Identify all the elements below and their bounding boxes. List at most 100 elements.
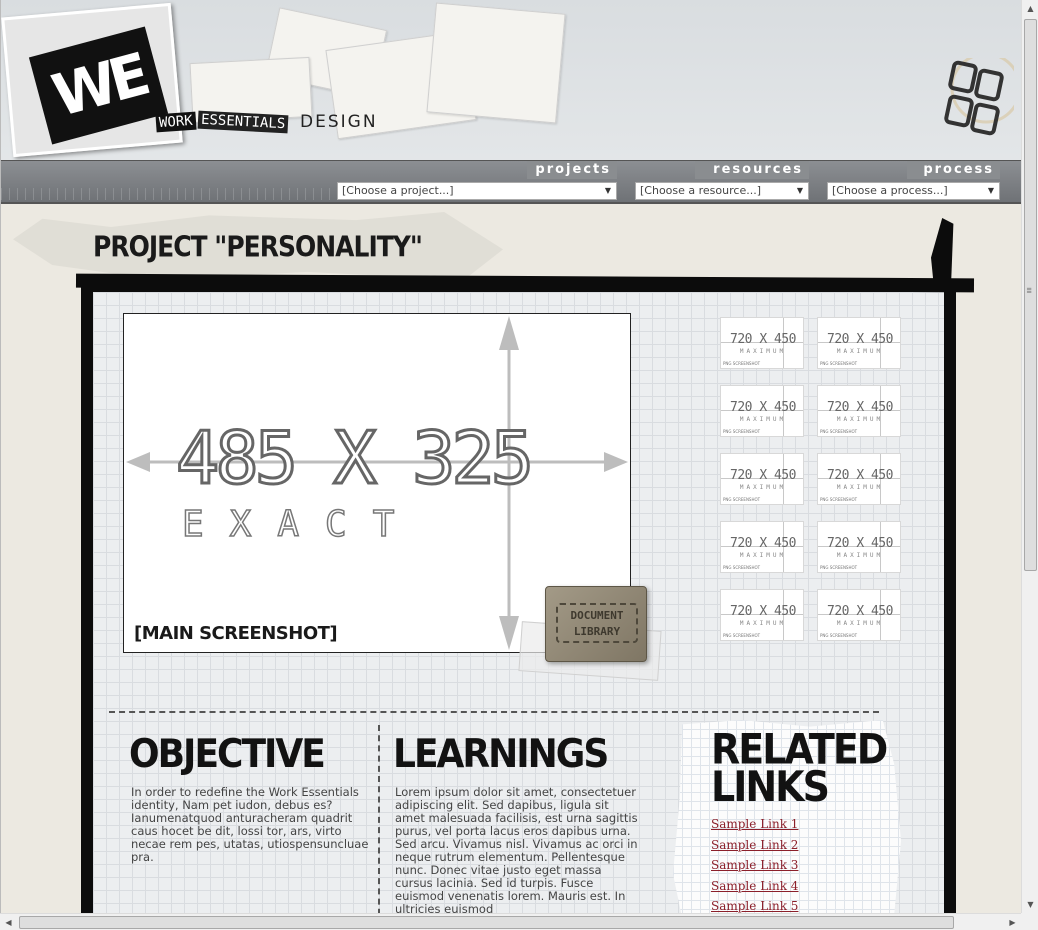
thumbnail-sub-text: MAXIMUM xyxy=(739,416,787,423)
section-divider xyxy=(109,711,879,713)
page-viewport: WE WORK ESSENTIALS DESIGN projects [Choo… xyxy=(0,0,1021,913)
thumbnail-sub-text: MAXIMUM xyxy=(739,484,787,491)
thumbnail-corner-text: PNG SCREENSHOT xyxy=(820,565,858,570)
thumbnail-sub-text: MAXIMUM xyxy=(836,620,884,627)
related-link[interactable]: Sample Link 3 xyxy=(711,855,798,876)
scrollbar-corner xyxy=(1021,913,1038,930)
learnings-text: Lorem ipsum dolor sit amet, consectetuer… xyxy=(395,786,638,913)
site-wordmark: WORK ESSENTIALS DESIGN xyxy=(155,110,378,134)
screenshot-caption: [MAIN SCREENSHOT] xyxy=(134,623,338,644)
related-links-list: Sample Link 1 Sample Link 2 Sample Link … xyxy=(711,814,798,913)
objective-title: OBJECTIVE xyxy=(129,731,326,777)
related-link[interactable]: Sample Link 4 xyxy=(711,876,798,897)
thumbnail-size-text: 720 X 450 xyxy=(730,536,796,551)
projects-select[interactable]: [Choose a project...] ▼ xyxy=(337,182,617,200)
scroll-left-icon[interactable]: ◀ xyxy=(0,914,17,930)
related-link[interactable]: Sample Link 1 xyxy=(711,814,798,835)
thumbnail-size-text: 720 X 450 xyxy=(730,332,796,347)
thumbnail[interactable]: 720 X 450 MAXIMUM PNG SCREENSHOT xyxy=(720,589,804,641)
nav-bar: projects [Choose a project...] ▼ resourc… xyxy=(1,160,1021,204)
related-links-panel: RELATED LINKS Sample Link 1 Sample Link … xyxy=(673,720,901,913)
nav-label-resources: resources xyxy=(695,161,809,179)
thumbnail-grid: 720 X 450 MAXIMUM PNG SCREENSHOT 720 X 450 M… xyxy=(720,317,901,641)
page-title: PROJECT "PERSONALITY" xyxy=(93,229,423,264)
thumbnail-sub-text: MAXIMUM xyxy=(739,348,787,355)
process-select-value: [Choose a process...] xyxy=(832,184,948,197)
resources-select[interactable]: [Choose a resource...] ▼ xyxy=(635,182,809,200)
logo-text: WE xyxy=(28,26,169,145)
scroll-down-icon[interactable]: ▼ xyxy=(1022,896,1038,913)
related-link[interactable]: Sample Link 2 xyxy=(711,835,798,856)
thumbnail[interactable]: 720 X 450 MAXIMUM PNG SCREENSHOT xyxy=(817,385,901,437)
thumbnail[interactable]: 720 X 450 MAXIMUM PNG SCREENSHOT xyxy=(720,453,804,505)
thumbnail-size-text: 720 X 450 xyxy=(827,536,893,551)
document-library-line1: DOCUMENT xyxy=(570,609,624,622)
nav-resources: resources [Choose a resource...] ▼ xyxy=(635,161,809,200)
site-header: WE WORK ESSENTIALS DESIGN xyxy=(1,0,1021,160)
thumbnail-size-text: 720 X 450 xyxy=(827,468,893,483)
thumbnail-corner-text: PNG SCREENSHOT xyxy=(723,361,761,366)
thumbnail-sub-text: MAXIMUM xyxy=(836,552,884,559)
learnings-title: LEARNINGS xyxy=(393,731,609,777)
thumbnail[interactable]: 720 X 450 MAXIMUM PNG SCREENSHOT xyxy=(817,589,901,641)
thumbnail-size-text: 720 X 450 xyxy=(827,332,893,347)
thumbnail-corner-text: PNG SCREENSHOT xyxy=(723,497,761,502)
horizontal-scroll-thumb[interactable] xyxy=(19,916,954,929)
related-title-line2: LINKS xyxy=(711,762,830,811)
document-library-button[interactable]: DOCUMENT LIBRARY xyxy=(518,586,662,681)
thumbnail[interactable]: 720 X 450 MAXIMUM PNG SCREENSHOT xyxy=(817,521,901,573)
thumbnail-corner-text: PNG SCREENSHOT xyxy=(723,429,761,434)
thumbnail-corner-text: PNG SCREENSHOT xyxy=(820,429,858,434)
related-link[interactable]: Sample Link 5 xyxy=(711,896,798,913)
vertical-scrollbar[interactable]: ▲ ═ ═ ▼ xyxy=(1021,0,1038,913)
corner-emblem-icon xyxy=(944,58,1014,136)
thumbnail-corner-text: PNG SCREENSHOT xyxy=(820,633,858,638)
resources-select-value: [Choose a resource...] xyxy=(640,184,761,197)
thumbnail-corner-text: PNG SCREENSHOT xyxy=(820,361,858,366)
thumbnail-size-text: 720 X 450 xyxy=(827,604,893,619)
exact-text: EXACT xyxy=(181,503,421,546)
document-library-line2: LIBRARY xyxy=(573,625,621,638)
chevron-down-icon[interactable]: ▼ xyxy=(600,183,616,199)
wordmark-tile: ESSENTIALS xyxy=(197,110,289,134)
column-divider xyxy=(378,725,380,913)
scroll-up-icon[interactable]: ▲ xyxy=(1022,0,1038,17)
thumbnail[interactable]: 720 X 450 MAXIMUM PNG SCREENSHOT xyxy=(817,317,901,369)
thumbnail-size-text: 720 X 450 xyxy=(730,604,796,619)
thumbnail-sub-text: MAXIMUM xyxy=(739,620,787,627)
nav-process: process [Choose a process...] ▼ xyxy=(827,161,1000,200)
dimension-text: 485 X 325 xyxy=(174,416,535,500)
main-content: PROJECT "PERSONALITY" 485 X 325 EXACT [M… xyxy=(1,204,1021,913)
logo[interactable]: WE xyxy=(1,2,183,158)
wordmark-tile: WORK xyxy=(155,111,197,133)
nav-label-process: process xyxy=(907,161,1000,179)
thumbnail-corner-text: PNG SCREENSHOT xyxy=(820,497,858,502)
thumbnail-size-text: 720 X 450 xyxy=(730,468,796,483)
thumbnail-corner-text: PNG SCREENSHOT xyxy=(723,565,761,570)
process-select[interactable]: [Choose a process...] ▼ xyxy=(827,182,1000,200)
thumbnail-sub-text: MAXIMUM xyxy=(836,484,884,491)
ruler-decoration xyxy=(1,188,331,200)
scroll-right-icon[interactable]: ▶ xyxy=(1004,914,1021,930)
thumbnail-corner-text: PNG SCREENSHOT xyxy=(723,633,761,638)
nav-label-projects: projects xyxy=(527,161,617,179)
nav-projects: projects [Choose a project...] ▼ xyxy=(337,161,617,200)
chevron-down-icon[interactable]: ▼ xyxy=(983,183,999,199)
thumbnail-sub-text: MAXIMUM xyxy=(836,348,884,355)
thumbnail-sub-text: MAXIMUM xyxy=(836,416,884,423)
horizontal-scrollbar[interactable]: ◀ ▶ xyxy=(0,913,1021,930)
chevron-down-icon[interactable]: ▼ xyxy=(792,183,808,199)
thumbnail-sub-text: MAXIMUM xyxy=(739,552,787,559)
thumbnail[interactable]: 720 X 450 MAXIMUM PNG SCREENSHOT xyxy=(720,521,804,573)
project-frame: 485 X 325 EXACT [MAIN SCREENSHOT] DOCUME… xyxy=(81,280,956,913)
torn-paper-decoration xyxy=(426,2,566,124)
thumbnail-size-text: 720 X 450 xyxy=(827,400,893,415)
document-library-label: DOCUMENT LIBRARY xyxy=(556,603,638,643)
projects-select-value: [Choose a project...] xyxy=(342,184,454,197)
thumbnail[interactable]: 720 X 450 MAXIMUM PNG SCREENSHOT xyxy=(720,385,804,437)
objective-text: In order to redefine the Work Essentials… xyxy=(131,785,369,864)
thumbnail[interactable]: 720 X 450 MAXIMUM PNG SCREENSHOT xyxy=(817,453,901,505)
thumbnail[interactable]: 720 X 450 MAXIMUM PNG SCREENSHOT xyxy=(720,317,804,369)
vertical-scroll-thumb[interactable]: ═ ═ xyxy=(1024,19,1037,571)
wallet-icon: DOCUMENT LIBRARY xyxy=(545,586,647,662)
